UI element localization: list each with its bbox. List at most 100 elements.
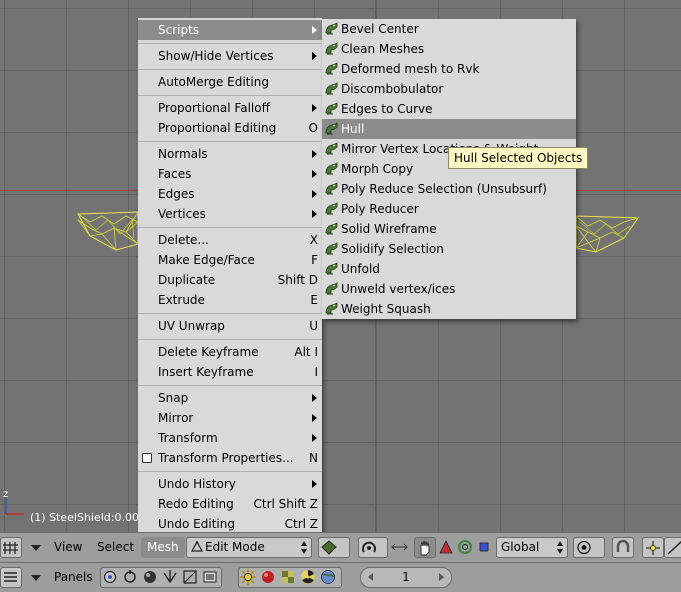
world-icon[interactable]	[318, 567, 339, 588]
translate-manipulator-icon[interactable]	[436, 537, 457, 558]
proportional-edit-button[interactable]	[573, 537, 605, 558]
mesh-menu-item[interactable]: Mirror	[138, 408, 322, 428]
mesh-menu-item-label: Snap	[158, 391, 189, 405]
script-menu-item[interactable]: Deformed mesh to Rvk	[322, 59, 576, 79]
script-menu-item[interactable]: Hull	[322, 119, 576, 139]
script-menu-item-label: Poly Reducer	[341, 202, 419, 216]
scale-manipulator-icon[interactable]	[474, 537, 495, 558]
mesh-menu-item[interactable]: Snap	[138, 388, 322, 408]
mesh-menu-item-label: Normals	[158, 147, 208, 161]
editing-icon[interactable]	[180, 567, 201, 588]
mesh-menu-item[interactable]: Insert Keyframe I	[138, 362, 322, 382]
texture-icon[interactable]	[278, 567, 299, 588]
mesh-menu-item[interactable]: Edges	[138, 184, 322, 204]
mesh-menu-item[interactable]: Delete... X	[138, 230, 322, 250]
script-menu-item[interactable]: Weight Squash	[322, 299, 576, 319]
shading-icon[interactable]	[140, 567, 161, 588]
script-menu-item-label: Solidify Selection	[341, 242, 444, 256]
increment-arrow-icon[interactable]	[439, 573, 444, 581]
script-menu-item-label: Morph Copy	[341, 162, 414, 176]
lamp-icon[interactable]	[238, 567, 259, 588]
mesh-menu-item-label: Show/Hide Vertices	[158, 49, 274, 63]
script-menu-item[interactable]: Unfold	[322, 259, 576, 279]
checkbox-icon[interactable]	[142, 453, 152, 463]
collapse-menus-icon[interactable]	[31, 545, 41, 551]
mesh-menu-item[interactable]: Redo Editing Ctrl Shift Z	[138, 494, 322, 514]
mesh-menu-item-label: Vertices	[158, 207, 206, 221]
frame-number-field[interactable]: 1	[360, 567, 452, 588]
pivot-button[interactable]	[358, 537, 388, 558]
mesh-menu-item[interactable]: UV Unwrap U	[138, 316, 322, 336]
mesh-menu-item[interactable]: Delete Keyframe Alt I	[138, 342, 322, 362]
mesh-menu-item[interactable]: Make Edge/Face F	[138, 250, 322, 270]
view-menu[interactable]: View	[54, 537, 82, 558]
submenu-arrow-icon	[312, 434, 317, 442]
script-menu-item[interactable]: Poly Reducer	[322, 199, 576, 219]
python-script-icon	[324, 101, 339, 116]
mesh-menu-item-shortcut: Ctrl Shift Z	[253, 497, 318, 511]
select-menu[interactable]: Select	[97, 537, 134, 558]
script-menu-item[interactable]: Clean Meshes	[322, 39, 576, 59]
mesh-menu-item-label: Delete...	[158, 233, 209, 247]
mesh-menu-item-shortcut: Alt I	[294, 345, 318, 359]
panels-menu[interactable]: Panels	[54, 567, 93, 588]
mesh-menu-item[interactable]: Show/Hide Vertices	[138, 46, 322, 66]
script-menu-item[interactable]: Solid Wireframe	[322, 219, 576, 239]
editor-type-button-2[interactable]	[0, 567, 22, 588]
script-menu-item[interactable]: Poly Reduce Selection (Unsubsurf)	[322, 179, 576, 199]
submenu-arrow-icon	[312, 170, 317, 178]
mesh-menu-item[interactable]: Undo History	[138, 474, 322, 494]
manipulator-toggle-button[interactable]	[414, 537, 436, 558]
orientation-select[interactable]: Global	[496, 537, 568, 558]
submenu-arrow-icon	[312, 394, 317, 402]
logic-icon[interactable]	[100, 567, 121, 588]
mesh-menu-item-shortcut: N	[309, 451, 318, 465]
mode-select[interactable]: Edit Mode	[186, 537, 312, 558]
mesh-menu-item-label: Delete Keyframe	[158, 345, 259, 359]
radiosity-icon[interactable]	[298, 567, 319, 588]
script-menu-item[interactable]: Bevel Center	[322, 19, 576, 39]
magnet-icon	[616, 539, 630, 552]
python-script-icon	[324, 21, 339, 36]
script-menu-item[interactable]: Discombobulator	[322, 79, 576, 99]
edge-select-icon	[667, 540, 681, 555]
mesh-menu-item[interactable]: Scripts	[138, 20, 322, 40]
scene-icon[interactable]	[200, 567, 221, 588]
menu-separator	[138, 93, 322, 99]
draw-type-button[interactable]	[318, 537, 350, 558]
mesh-menu-item[interactable]: Extrude E	[138, 290, 322, 310]
mesh-menu-item[interactable]: Proportional Falloff	[138, 98, 322, 118]
mesh-menu-button[interactable]: Mesh	[141, 537, 185, 558]
mesh-menu-item[interactable]: Transform	[138, 428, 322, 448]
mesh-menu-item-shortcut: U	[309, 319, 318, 333]
mesh-menu-item[interactable]: Vertices	[138, 204, 322, 224]
mesh-menu-item-label: Transform	[158, 431, 218, 445]
material-icon[interactable]	[258, 567, 279, 588]
mesh-menu-item[interactable]: Duplicate Shift D	[138, 270, 322, 290]
python-script-icon	[324, 161, 339, 176]
script-menu-item[interactable]: Unweld vertex/ices	[322, 279, 576, 299]
collapse-menus-icon-2[interactable]	[31, 575, 41, 581]
manipulator-arrows-icon[interactable]	[389, 537, 410, 558]
script-menu-item[interactable]: Edges to Curve	[322, 99, 576, 119]
object-icon[interactable]	[160, 567, 181, 588]
snap-button[interactable]	[612, 537, 634, 558]
select-mode-edge-button[interactable]	[664, 537, 681, 558]
mesh-menu-item[interactable]: Normals	[138, 144, 322, 164]
mesh-menu-item[interactable]: Proportional Editing O	[138, 118, 322, 138]
script-icon[interactable]	[120, 567, 141, 588]
mesh-menu-item[interactable]: Transform Properties... N	[138, 448, 322, 468]
mesh-menu-item-label: Make Edge/Face	[158, 253, 255, 267]
mesh-menu-item[interactable]: Faces	[138, 164, 322, 184]
decrement-arrow-icon[interactable]	[368, 573, 373, 581]
select-mode-vertex-button[interactable]	[642, 537, 664, 558]
mesh-menu-item[interactable]: Undo Editing Ctrl Z	[138, 514, 322, 534]
editor-type-button[interactable]	[0, 537, 22, 558]
python-script-icon	[324, 201, 339, 216]
script-menu-item[interactable]: Solidify Selection	[322, 239, 576, 259]
rotate-manipulator-icon[interactable]	[455, 537, 476, 558]
updown-arrows-icon	[557, 541, 564, 554]
hand-icon	[420, 540, 430, 556]
tooltip: Hull Selected Objects	[448, 147, 589, 169]
mesh-menu-item[interactable]: AutoMerge Editing	[138, 72, 322, 92]
